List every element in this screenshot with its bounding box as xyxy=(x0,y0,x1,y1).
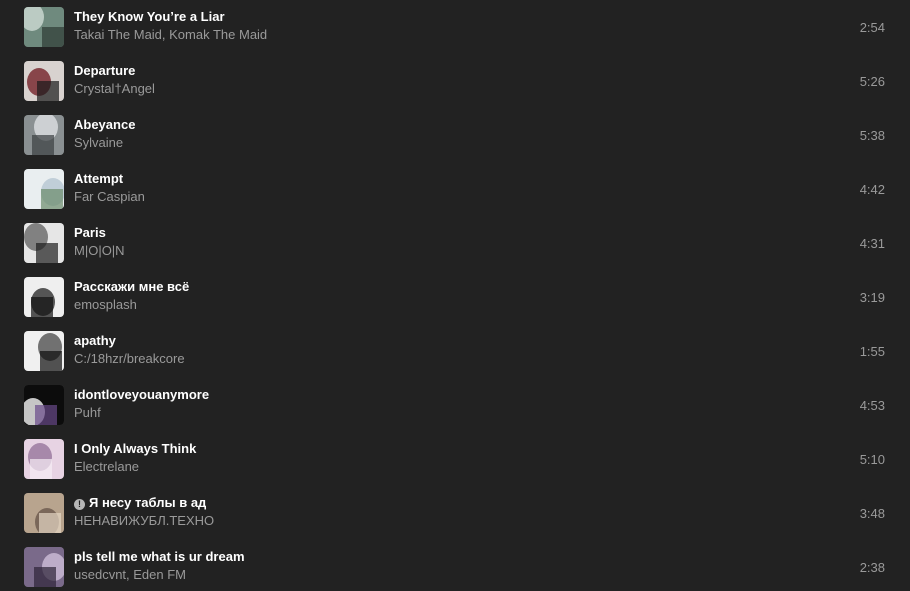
track-row[interactable]: Attempt Far Caspian 4:42 xyxy=(0,162,910,216)
track-title-wrap[interactable]: Paris xyxy=(74,225,106,241)
track-title-wrap[interactable]: Abeyance xyxy=(74,117,135,133)
track-title[interactable]: Paris xyxy=(74,225,106,240)
track-title-wrap[interactable]: idontloveyouanymore xyxy=(74,387,209,403)
track-artist[interactable]: Far Caspian xyxy=(74,189,145,205)
track-artist[interactable]: Takai The Maid, Komak The Maid xyxy=(74,27,267,43)
dark-red-collage-cover-icon[interactable] xyxy=(24,61,64,101)
track-title-wrap[interactable]: I Only Always Think xyxy=(74,441,196,457)
track-artist[interactable]: Puhf xyxy=(74,405,101,421)
track-artist[interactable]: НЕНАВИЖУБЛ.ТЕХНО xyxy=(74,513,214,529)
track-title[interactable]: They Know You’re a Liar xyxy=(74,9,225,24)
pink-striped-cover-icon[interactable] xyxy=(24,439,64,479)
track-title[interactable]: pls tell me what is ur dream xyxy=(74,549,245,564)
track-artist[interactable]: Electrelane xyxy=(74,459,139,475)
track-row[interactable]: Departure Crystal†Angel 5:26 xyxy=(0,54,910,108)
track-title-wrap[interactable]: apathy xyxy=(74,333,116,349)
white-blurred-flower-cover-icon[interactable] xyxy=(24,169,64,209)
track-row[interactable]: pls tell me what is ur dream usedcvnt, Ed… xyxy=(0,540,910,591)
track-list: They Know You’re a Liar Takai The Maid, K… xyxy=(0,0,910,591)
track-artist[interactable]: emosplash xyxy=(74,297,137,313)
track-title-wrap[interactable]: pls tell me what is ur dream xyxy=(74,549,245,565)
track-duration: 4:31 xyxy=(859,236,885,251)
track-row[interactable]: They Know You’re a Liar Takai The Maid, K… xyxy=(0,0,910,54)
track-artist[interactable]: C:/18hzr/breakcore xyxy=(74,351,185,367)
track-row[interactable]: Abeyance Sylvaine 5:38 xyxy=(0,108,910,162)
bw-glitch-cover-icon[interactable] xyxy=(24,331,64,371)
track-title-wrap[interactable]: They Know You’re a Liar xyxy=(74,9,225,25)
purple-anime-cover-icon[interactable] xyxy=(24,547,64,587)
beige-photo-cover-icon[interactable] xyxy=(24,493,64,533)
track-row[interactable]: Paris M|O|O|N 4:31 xyxy=(0,216,910,270)
track-duration: 4:42 xyxy=(859,182,885,197)
track-row[interactable]: Расскажи мне всё emosplash 3:19 xyxy=(0,270,910,324)
bw-anime-face-cover-icon[interactable] xyxy=(24,385,64,425)
track-duration: 1:55 xyxy=(859,344,885,359)
track-title-wrap[interactable]: ! Я несу таблы в ад xyxy=(74,495,206,511)
grey-foliage-cover-icon[interactable] xyxy=(24,115,64,155)
track-title-wrap[interactable]: Attempt xyxy=(74,171,123,187)
track-title[interactable]: Departure xyxy=(74,63,135,78)
track-title[interactable]: I Only Always Think xyxy=(74,441,196,456)
track-title[interactable]: apathy xyxy=(74,333,116,348)
track-duration: 5:10 xyxy=(859,452,885,467)
track-title-wrap[interactable]: Расскажи мне всё xyxy=(74,279,189,295)
green-haired-anime-cover-icon[interactable] xyxy=(24,7,64,47)
track-title-wrap[interactable]: Departure xyxy=(74,63,135,79)
track-row[interactable]: apathy C:/18hzr/breakcore 1:55 xyxy=(0,324,910,378)
track-artist[interactable]: Crystal†Angel xyxy=(74,81,155,97)
track-title[interactable]: Я несу таблы в ад xyxy=(89,495,206,510)
track-duration: 5:38 xyxy=(859,128,885,143)
track-duration: 3:48 xyxy=(859,506,885,521)
vinyl-disc-cover-icon[interactable] xyxy=(24,277,64,317)
track-duration: 4:53 xyxy=(859,398,885,413)
track-row[interactable]: I Only Always Think Electrelane 5:10 xyxy=(0,432,910,486)
track-artist[interactable]: Sylvaine xyxy=(74,135,123,151)
track-title[interactable]: Расскажи мне всё xyxy=(74,279,189,294)
bw-portrait-cover-icon[interactable] xyxy=(24,223,64,263)
track-row[interactable]: idontloveyouanymore Puhf 4:53 xyxy=(0,378,910,432)
track-title[interactable]: Attempt xyxy=(74,171,123,186)
track-artist[interactable]: M|O|O|N xyxy=(74,243,125,259)
track-duration: 2:38 xyxy=(859,560,885,575)
track-duration: 3:19 xyxy=(859,290,885,305)
track-title[interactable]: idontloveyouanymore xyxy=(74,387,209,402)
track-title[interactable]: Abeyance xyxy=(74,117,135,132)
track-duration: 5:26 xyxy=(859,74,885,89)
track-artist[interactable]: usedcvnt, Eden FM xyxy=(74,567,186,583)
explicit-icon: ! xyxy=(74,499,85,510)
track-row[interactable]: ! Я несу таблы в ад НЕНАВИЖУБЛ.ТЕХНО 3:48 xyxy=(0,486,910,540)
track-duration: 2:54 xyxy=(859,20,885,35)
